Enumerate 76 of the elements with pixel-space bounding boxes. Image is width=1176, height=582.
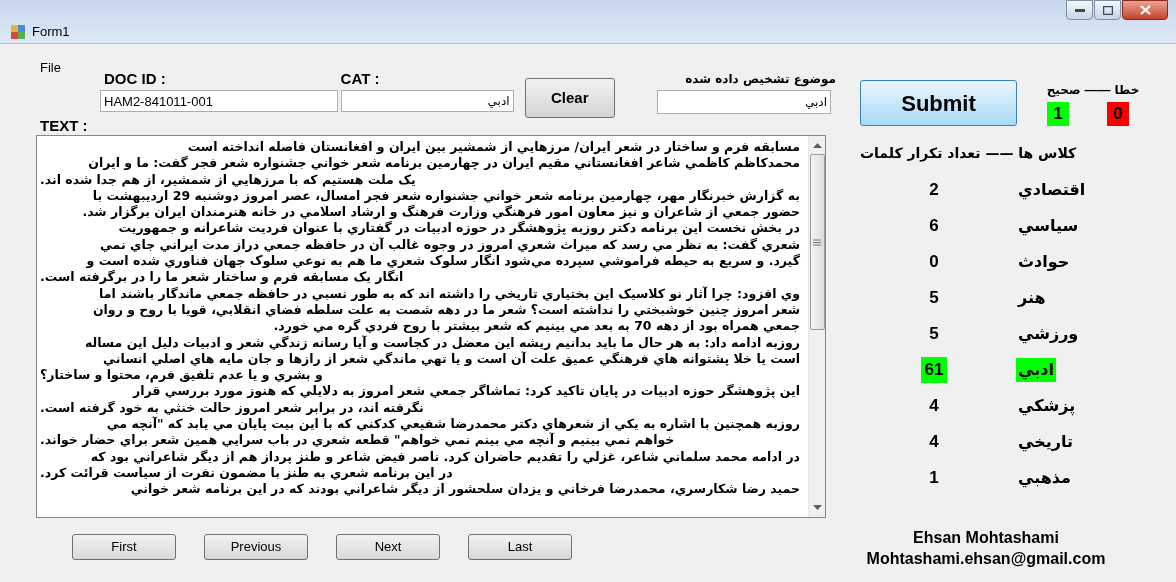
text-line: اين پژوهشگر حوزه ادبيات در پايان تاكيد كرد: تماشاگر جمعي شعر امروز به دلايلي كه هنوز مورد بررسي قرار xyxy=(133,383,800,400)
class-count: 1 xyxy=(928,467,940,490)
class-count: 5 xyxy=(928,287,940,310)
class-count: 2 xyxy=(928,179,940,202)
text-line: مسابقه فرم و ساختار در شعر ايران/ مرزهايي از شمشير بين ايران و افغانستان فاصله انداخته است xyxy=(187,139,800,156)
field-label: CAT : xyxy=(340,70,381,88)
class-name: پزشكي xyxy=(1017,395,1077,418)
minimize-button[interactable] xyxy=(1066,0,1093,20)
separator: —— xyxy=(1084,81,1111,99)
class-count: 61 xyxy=(920,357,948,383)
class-name: سياسي xyxy=(1017,215,1080,238)
text-line: در ادامه محمد سلماني شاعر، غزلي را تقديم حاضران كرد. ناصر فيض شاعر و طنز پرداز هم از ديگر شاعراني بود كه xyxy=(90,448,800,465)
author-email: Mohtashami.ehsan@gmail.com xyxy=(866,549,1106,569)
class-count: 5 xyxy=(928,323,940,346)
field-label: موضوع تشخيص داده شده xyxy=(684,71,836,88)
text-line: در بخش نخست اين برنامه دكتر روزبه پژوهشگر در حوزه ادبيات در گفتاري با عنوان فرديت شاعرانه و جمهوريت xyxy=(118,220,800,237)
maximize-button[interactable] xyxy=(1094,0,1121,20)
app-icon xyxy=(10,23,26,40)
nav-button[interactable]: Previous xyxy=(204,534,308,560)
close-icon xyxy=(1139,5,1151,15)
text-line: شعري گفت: به نظر مي رسد كه ميراث شعري امروز در وجوه غالب آن در حافظه جمعي دراز مدت ايراني جاي نمي xyxy=(99,236,800,254)
text-line: محمدكاظم كاظمي شاعر افغانستاني مقيم ايران در چهارمين برنامه شعر خواني جشنواره شعر فجر گفت: ما و ايران xyxy=(88,155,800,172)
text-line: وي افزود: چرا آثار نو كلاسيک اين بختياري تاريخي را داشته اند كه به طور نسبي در حافظه جمعي ماندگار باشند اما xyxy=(99,285,800,302)
grip-icon xyxy=(813,238,821,246)
scroll-down-icon[interactable] xyxy=(812,505,822,511)
text-line: يک ملت هستيم كه با مرزهايي از شمشير، از هم جدا شده اند. xyxy=(40,171,416,188)
field-label: DOC ID : xyxy=(104,70,167,88)
text-line: گيرد. و سريع به حيطه فراموشي سپرده مي‌شود انگار سلوک شعري ما هم به نوعي سلوک جهان فناوري شده است و xyxy=(86,253,800,270)
class-count: 0 xyxy=(928,251,940,274)
wrong-label: خطا xyxy=(1114,81,1140,99)
text-area[interactable] xyxy=(36,135,826,518)
doc-id-field[interactable]: HAM2-841011-001 xyxy=(100,90,338,112)
correct-count: 1 xyxy=(1047,101,1069,126)
scroll-thumb[interactable] xyxy=(809,154,825,330)
text-line: و بشري و يا عدم تلفيق فرم، محتوا و ساختار؟ xyxy=(40,367,323,384)
scrollbar[interactable] xyxy=(808,136,825,517)
nav-button[interactable]: Next xyxy=(336,534,440,560)
text-line: حميد رضا شكارسري، محمدرضا فرخاني و يزدان سلحشور از ديگر شاعراني بودند كه در اين برنامه شعر خواني xyxy=(130,481,800,498)
text-line: انگار يک مسابقه فرم و ساختار شعر ما را در برگرفته است. xyxy=(40,269,404,286)
window-title: Form1 xyxy=(32,23,70,41)
topic-field[interactable]: ادبي xyxy=(657,90,832,114)
text-line: روزبه همچنين با اشاره به يكي از شعرهاي دكتر محمدرضا شفيعي كدكني كه با اين بيت پايان مي يابد كه "آنچه مي xyxy=(106,416,800,433)
class-name: حوادث xyxy=(1017,251,1071,273)
class-name: تاريخي xyxy=(1017,431,1074,454)
text-line: است يا خلا پشتوانه هاي فرهنگي عميق علت آن است و يا تهي ماندگي شعر از رازها و جان مايه هاي اصلي انساني xyxy=(103,350,800,368)
class-count: 4 xyxy=(928,395,940,418)
text-label: TEXT : xyxy=(40,118,89,134)
class-count: 4 xyxy=(928,431,940,454)
correct-label: صحيح xyxy=(1046,81,1081,99)
class-name: ورزشي xyxy=(1017,323,1080,346)
menu-item[interactable]: File xyxy=(40,58,61,70)
text-line: حضور جمعي از شاعران و نيز معاون امور فرهنگي وزارت فرهنگ و ارشاد اسلامي در خانه هنرمندان ايران برگزار شد. xyxy=(82,204,800,221)
text-line: در اين برنامه شعري به طنز با مضمون نفرت از سياست قرائت كرد. xyxy=(40,464,453,482)
text-line: خواهم نمي بينيم و آنچه مي بينم نمي خواهم" قطعه شعري در باب سرايي همين شعر براي حضار خواند. xyxy=(40,432,675,449)
class-name: هنر xyxy=(1016,287,1047,309)
minimize-icon xyxy=(1074,8,1085,12)
text-line: نگرفته اند، در برابر شعر امروز حالت خنثي به خود گرفته است. xyxy=(40,399,424,416)
nav-button[interactable]: Last xyxy=(468,534,572,560)
class-count: 6 xyxy=(928,215,940,238)
submit-button[interactable]: Submit xyxy=(860,80,1017,126)
cat-field[interactable]: ادبي xyxy=(340,90,514,112)
author-name: Ehsan Mohtashami xyxy=(913,528,1059,548)
classes-header: كلاس ها —— تعداد تكرار كلمات xyxy=(860,144,1077,164)
class-name: مذهبي xyxy=(1017,467,1072,490)
maximize-icon xyxy=(1102,5,1113,15)
class-name: ادبي xyxy=(1016,358,1056,382)
scroll-up-icon[interactable] xyxy=(812,142,822,148)
text-line: روزبه ادامه داد: به هر حال ما بايد بدانيم ريشه اين معضل در كجاست و آيا رسانه زندگي شعر و ادبيات دليل اين مساله xyxy=(84,334,800,351)
clear-button[interactable]: Clear xyxy=(524,78,616,118)
text-line: به گزارش خبرنگار مهر، چهارمين برنامه شعر خواني جشنواره شعر فجر امسال، عصر امروز دوشنبه 29 ارديبهشت با xyxy=(92,187,800,205)
nav-button[interactable]: First xyxy=(72,534,176,560)
text-line: شعر امروز چنين خوشبختي را نداشته است؟ شعر ما در دهه شصت به علت سلطه فضاي انقلابي، قويا با روح و روان xyxy=(92,301,800,319)
text-line: جمعي همراه بود از دهه 70 به بعد مي بينيم كه شعر بيشتر با روح فردي گره مي خورد. xyxy=(273,318,800,335)
class-name: اقتصادي xyxy=(1017,179,1087,202)
close-button[interactable] xyxy=(1122,0,1168,20)
wrong-count: 0 xyxy=(1107,101,1129,126)
